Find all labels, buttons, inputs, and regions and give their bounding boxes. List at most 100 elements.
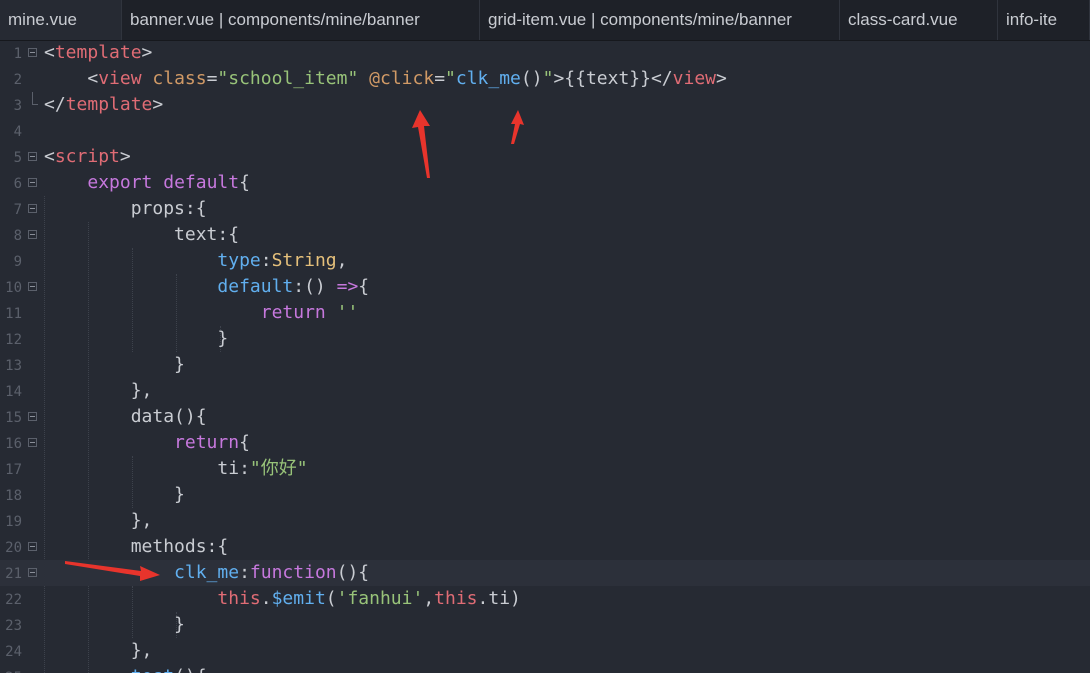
code-token: { [239, 432, 250, 453]
code-token: > [152, 94, 164, 115]
code-line[interactable]: 4 [0, 118, 1090, 144]
code-line[interactable]: 9 type:String, [0, 248, 1090, 274]
code-text: data(){ [44, 404, 207, 430]
code-line[interactable]: 16 return{ [0, 430, 1090, 456]
line-number: 10 [5, 280, 22, 296]
code-text: } [44, 326, 228, 352]
code-line[interactable]: 8 text:{ [0, 222, 1090, 248]
code-token: < [44, 146, 55, 167]
code-line[interactable]: 19 }, [0, 508, 1090, 534]
code-token: } [44, 614, 185, 635]
line-number: 7 [13, 202, 22, 218]
code-line[interactable]: 10 default:() =>{ [0, 274, 1090, 300]
code-line[interactable]: 3 </template> [0, 92, 1090, 118]
code-line[interactable]: 5 <script> [0, 144, 1090, 170]
code-text: this.$emit('fanhui',this.ti) [44, 586, 521, 612]
code-line[interactable]: 6 export default{ [0, 170, 1090, 196]
code-line[interactable]: 12 } [0, 326, 1090, 352]
code-line[interactable]: 15 data(){ [0, 404, 1090, 430]
tab-label: class-card.vue [848, 10, 958, 29]
code-token: >{{text}}</ [553, 68, 673, 89]
line-number: 24 [5, 644, 22, 660]
code-token: = [206, 68, 218, 89]
line-number: 2 [13, 72, 22, 88]
code-line[interactable]: 17 ti:"你好" [0, 456, 1090, 482]
line-number: 16 [5, 436, 22, 452]
code-token: :() [293, 276, 337, 297]
fold-toggle-icon[interactable] [28, 412, 37, 421]
fold-toggle-icon[interactable] [28, 568, 37, 577]
code-line[interactable]: 20 methods:{ [0, 534, 1090, 560]
code-line[interactable]: 14 }, [0, 378, 1090, 404]
code-token: String [271, 250, 337, 271]
line-number: 13 [5, 358, 22, 374]
code-token: }, [44, 640, 153, 661]
code-line[interactable]: 24 }, [0, 638, 1090, 664]
code-line[interactable]: 2 <view class="school_item" @click="clk_… [0, 66, 1090, 92]
fold-toggle-icon[interactable] [28, 438, 37, 447]
tab-5[interactable]: info-ite [998, 0, 1090, 40]
code-text: props:{ [44, 196, 207, 222]
code-token: this [434, 588, 478, 609]
code-line[interactable]: 13 } [0, 352, 1090, 378]
code-text: return '' [44, 300, 359, 326]
fold-toggle-icon[interactable] [28, 204, 37, 213]
code-line[interactable]: 1 <template> [0, 40, 1090, 66]
code-line[interactable]: 21 clk_me:function(){ [0, 560, 1090, 586]
code-token: view [98, 68, 142, 89]
code-line[interactable]: 25 test(){ [0, 664, 1090, 673]
code-token: clk_me [455, 68, 521, 89]
code-token: function [249, 562, 337, 583]
code-text: <script> [44, 144, 131, 170]
code-token: (){ [174, 666, 207, 673]
code-token: "school_item" [217, 68, 359, 89]
fold-toggle-icon[interactable] [28, 48, 37, 57]
fold-toggle-icon[interactable] [28, 542, 37, 551]
tab-3[interactable]: grid-item.vue | components/mine/banner [480, 0, 840, 40]
line-number: 3 [13, 98, 22, 114]
code-token: } [44, 354, 185, 375]
fold-toggle-icon[interactable] [28, 178, 37, 187]
code-token: { [358, 276, 370, 297]
fold-toggle-icon[interactable] [28, 152, 37, 161]
code-text: <view class="school_item" @click="clk_me… [44, 66, 727, 92]
fold-toggle-icon[interactable] [28, 230, 37, 239]
code-text: }, [44, 378, 153, 404]
code-line[interactable]: 11 return '' [0, 300, 1090, 326]
code-line[interactable]: 7 props:{ [0, 196, 1090, 222]
code-text: test(){ [44, 664, 207, 673]
fold-toggle-icon[interactable] [28, 282, 37, 291]
code-text: text:{ [44, 222, 239, 248]
code-token: " [445, 68, 456, 89]
code-token: () [520, 68, 543, 89]
tab-2[interactable]: banner.vue | components/mine/banner [122, 0, 480, 40]
code-text: methods:{ [44, 534, 229, 560]
code-token: < [44, 42, 55, 63]
line-number: 4 [13, 124, 22, 140]
code-token: }, [44, 510, 153, 531]
code-token: default [217, 276, 294, 297]
code-line[interactable]: 22 this.$emit('fanhui',this.ti) [0, 586, 1090, 612]
code-text: type:String, [44, 248, 347, 274]
tab-4[interactable]: class-card.vue [840, 0, 998, 40]
code-token: default [163, 172, 240, 193]
code-line[interactable]: 18 } [0, 482, 1090, 508]
code-token: => [336, 276, 359, 297]
code-line[interactable]: 23 } [0, 612, 1090, 638]
line-number: 12 [5, 332, 22, 348]
code-token: </ [44, 94, 66, 115]
tab-1[interactable]: mine.vue [0, 0, 122, 40]
line-number: 5 [13, 150, 22, 166]
line-number: 19 [5, 514, 22, 530]
code-token: " [542, 68, 554, 89]
line-number: 15 [5, 410, 22, 426]
tab-label: grid-item.vue | components/mine/banner [488, 10, 792, 29]
line-number: 17 [5, 462, 22, 478]
code-editor[interactable]: 1 <template> 2 <view class="school_item" @… [0, 40, 1090, 673]
